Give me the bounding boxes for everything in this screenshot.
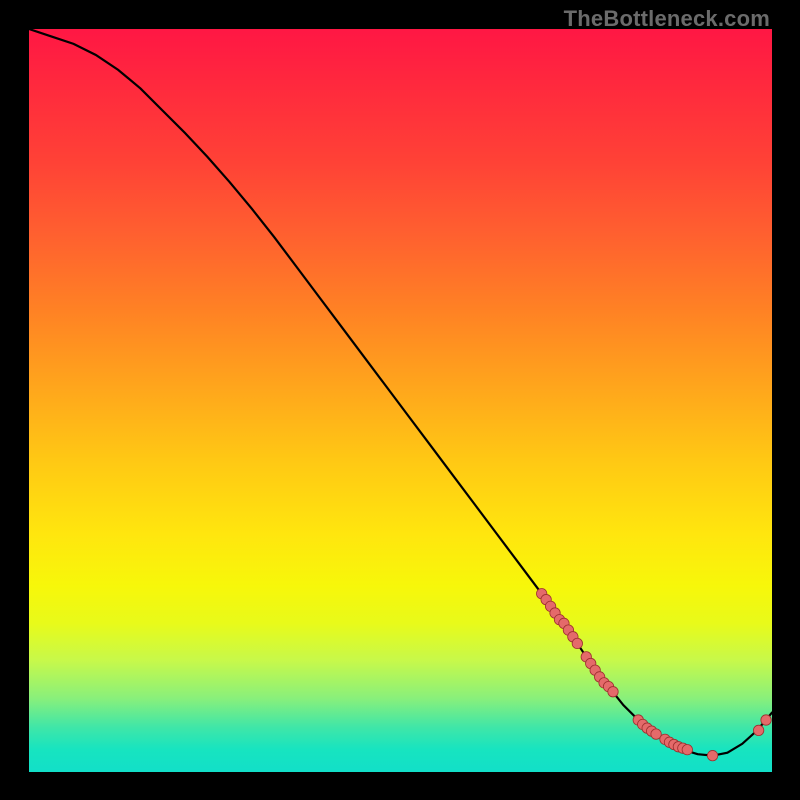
bottleneck-curve	[29, 29, 772, 756]
chart-overlay	[29, 29, 772, 772]
chart-frame: TheBottleneck.com	[0, 0, 800, 800]
data-point	[682, 745, 692, 755]
data-point	[753, 725, 763, 735]
data-point	[608, 687, 618, 697]
data-point	[761, 715, 771, 725]
data-points	[536, 588, 771, 760]
data-point	[572, 638, 582, 648]
plot-area	[29, 29, 772, 772]
data-point	[707, 750, 717, 760]
